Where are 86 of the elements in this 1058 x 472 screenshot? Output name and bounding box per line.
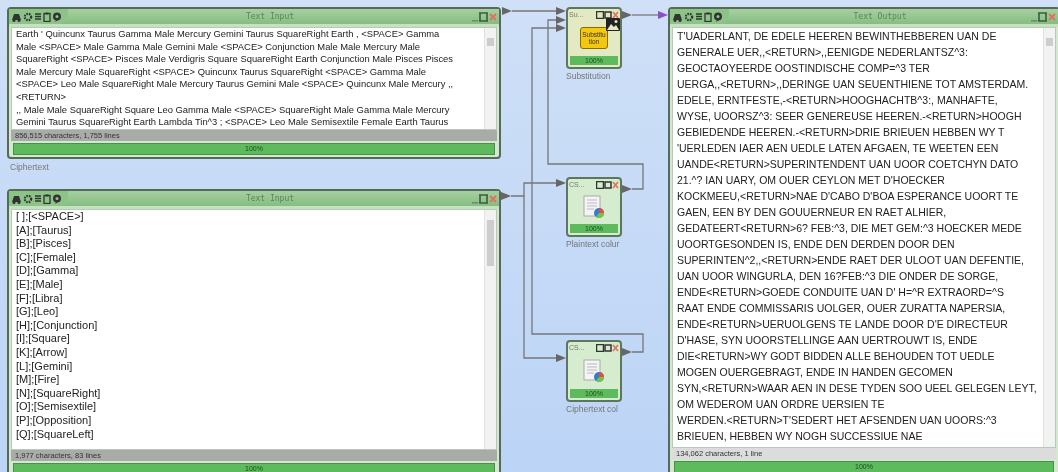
window-icon[interactable] [596,180,604,189]
text-line: [P];[Opposition] [16,413,93,428]
text-line: SYN,<RETURN>WAAR AEN IN DESE TYDEN SOO UEEL GELEGEN LEYT, [677,381,1038,396]
text-line: Gemini Taurus SquareRight Earth Lambda Tin^3 ; <SPACE> Leo Male Semisextile Female Earth Taurus [16,116,450,129]
text-line: <RETURN> [16,90,67,104]
text-line: [I];[Square] [16,332,71,346]
text-line: <SPACE> Leo Male SquareRight Male Mercury Taurus Gemini Male <SPACE> Quincunx Male Mercury ,, [16,78,455,91]
text-line: SquareRight <SPACE> Pisces Male Verdigris Square SquareRight Earth Conjunction Male Pisces Pisces [16,53,455,66]
text-line: GEDATEERT<RETURN>6? FEB:^3, DIE MET GEM:^3 HOECKER MEDE [677,221,1023,236]
text-line: GEOCTAOYEERDE OOSTINDISCHE COMP=^3 TER [677,61,931,76]
text-line: [N];[SquareRight] [16,386,102,401]
text-line: [C];[Female] [16,250,77,265]
text-line: D'HASE, SYN UOORSTELLINGE AAN UERTROUWT IS, ENDE [677,333,979,348]
list-icon[interactable] [34,11,42,22]
text-line: UERGA,,<RETURN>,,DERINGE UAN SEUENTHIENE TOT AMSTERDAM. [677,77,1030,92]
component-caption: Ciphertext [10,162,49,172]
text-line: ENDE<RETURN>UERUOLGENS TE LANDE DOOR D'E DIRECTEUR [677,317,1009,332]
text-line: [L];[Gemini] [16,359,74,374]
text-line: 'UERLEDEN IAER AEN UEDLE LATEN AFGAEN, TE WEETEN EEN [677,141,1000,156]
window-icon[interactable] [596,10,604,19]
text-line: GEBIEDENDE HEEREN.-<RETURN>DRIE BRIEUEN HEBBEN WY T [677,125,1006,140]
settings-icon[interactable] [23,193,33,204]
text-line: Earth ' Quincunx Taurus Gamma Male Mercury Gemini Taurus SquareRight Earth , <SPACE> Gamma [16,28,441,41]
text-line: [K];[Arrow] [16,345,69,360]
image-icon [606,18,620,31]
text-line: MOGEN OUERGEBRAGT, ENDE IN HANDEN GECOMEN [677,365,954,380]
text-line: Male <SPACE> Male Gamma Male Gemini Male <SPACE> Conjunction Male Male Mercury Male [16,40,421,54]
text-line: GAEN, EEN BY DEN GOUUERNEUR EN RAET ALHIER, [677,205,948,220]
component-caption: Ciphertext col [566,404,618,414]
maximize-icon[interactable] [604,343,612,352]
text-line: WERDEN.<RETURN>T'SEDERT HET AFSENDEN UAN UOORS:^3 [677,413,998,428]
text-line: EDELE, ERNTFESTE,-<RETURN>HOOGHACHTB^3:, MANHAFTE, [677,93,999,108]
settings-icon[interactable] [23,11,33,22]
text-line: [M];[Fire] [16,373,61,387]
text-line: ENDE<RETURN>GOEDE CONDUITE UAN D' H=^R EXTRAORD=^S [677,285,1005,300]
text-line: [B];[Pisces] [16,237,73,251]
spreadsheet-icon [583,359,605,383]
list-icon[interactable] [695,11,703,22]
text-line: [D];[Gamma] [16,264,80,278]
text-line: [Q];[SquareLeft] [16,427,95,442]
window-title: Text Input [244,194,296,203]
text-line: UOORTGESONDEN IS, ENDE DEN DERDEN DOOR DEN [677,237,956,252]
text-line: T'UADERLANT, DE EDELE HEEREN BEWINTHEBBEREN UAN DE [677,29,998,44]
text-line: 21.^? IAN UARY, OM OUER CEYLON MET D'HOECKER [677,173,946,188]
scrollbar[interactable] [484,210,496,449]
text-line: [G];[Leo] [16,305,60,319]
clipboard-icon[interactable] [43,11,51,22]
clipboard-icon[interactable] [43,193,51,204]
text-line: OM WEDEROM UAN ORDRE UERSIEN TE [677,397,886,412]
list-icon[interactable] [34,193,42,204]
text-line: KOCKMEEU,<RETURN>NAE D'CABO D'BOA ESPERANCE UOORT TE [677,189,1020,204]
clipboard-icon[interactable] [704,11,712,22]
scrollbar-thumb[interactable] [1046,38,1053,46]
text-line: GENERALE UER,,<RETURN>,,EENIGDE NEDERLANTSZ^3: [677,45,969,60]
text-line: [E];[Male] [16,277,64,292]
maximize-icon[interactable] [604,10,612,19]
text-line: UAN UOOR WINGURLA, DEN 16?FEB:^3 DIE ONDER DE SORGE, [677,269,1000,284]
window-title: Text Input [244,12,296,21]
spreadsheet-icon [583,195,605,219]
scrollbar-thumb[interactable] [487,38,494,46]
component-caption: Substitution [566,71,611,81]
settings-icon[interactable] [684,11,694,22]
help-icon[interactable] [52,193,62,204]
text-line: DIE<RETURN>WY GODT BIDDEN ALLE BEHOUDEN TOT UEDLE [677,349,996,364]
window-icon[interactable] [596,343,604,352]
text-line: BRIEUEN, HEBBEN WY NOGH SUCCESSIUE NAE [677,429,924,444]
text-line: [F];[Libra] [16,291,64,306]
text-area[interactable] [11,27,497,130]
text-line: [O];[Semisextile] [16,400,98,414]
help-icon[interactable] [52,11,62,22]
text-line: SUPERINTEN^2,,<RETURN>ENDE RAET DER ULOOT UAN DEFENTIE, [677,253,1026,268]
text-line: ,, Male Male SquareRight Square Leo Gamma Male <SPACE> SquareRight Male Gamma Male Mercury [16,103,451,117]
text-line: [H];[Conjunction] [16,318,99,333]
scrollbar[interactable] [484,28,496,129]
scrollbar-thumb[interactable] [487,220,494,266]
component-caption: Plaintext colur [566,239,620,249]
text-line: [A];[Taurus] [16,223,73,238]
text-line: WYSE, UOORSZ^3: SEER GENEREUSE HEEREN.-<RETURN>HOOGH [677,109,1023,124]
text-line: UANDE<RETURN>SUPERINTENDENT UAN UOOR COETCHYN DATO [677,157,1020,172]
maximize-icon[interactable] [604,180,612,189]
help-icon[interactable] [713,11,723,22]
scrollbar[interactable] [1043,28,1055,447]
text-line: [ ];[<SPACE>] [16,210,85,224]
text-line: RAAT ENDE COMMISSARIS UOLGER, OUER ZURATTA NAPERSIA, [677,301,1007,316]
window-title: Text Output [852,12,908,21]
text-line: Male Mercury Male SquareRight <SPACE> Quincunx Taurus SquareRight <SPACE> Gamma Male [16,65,428,79]
